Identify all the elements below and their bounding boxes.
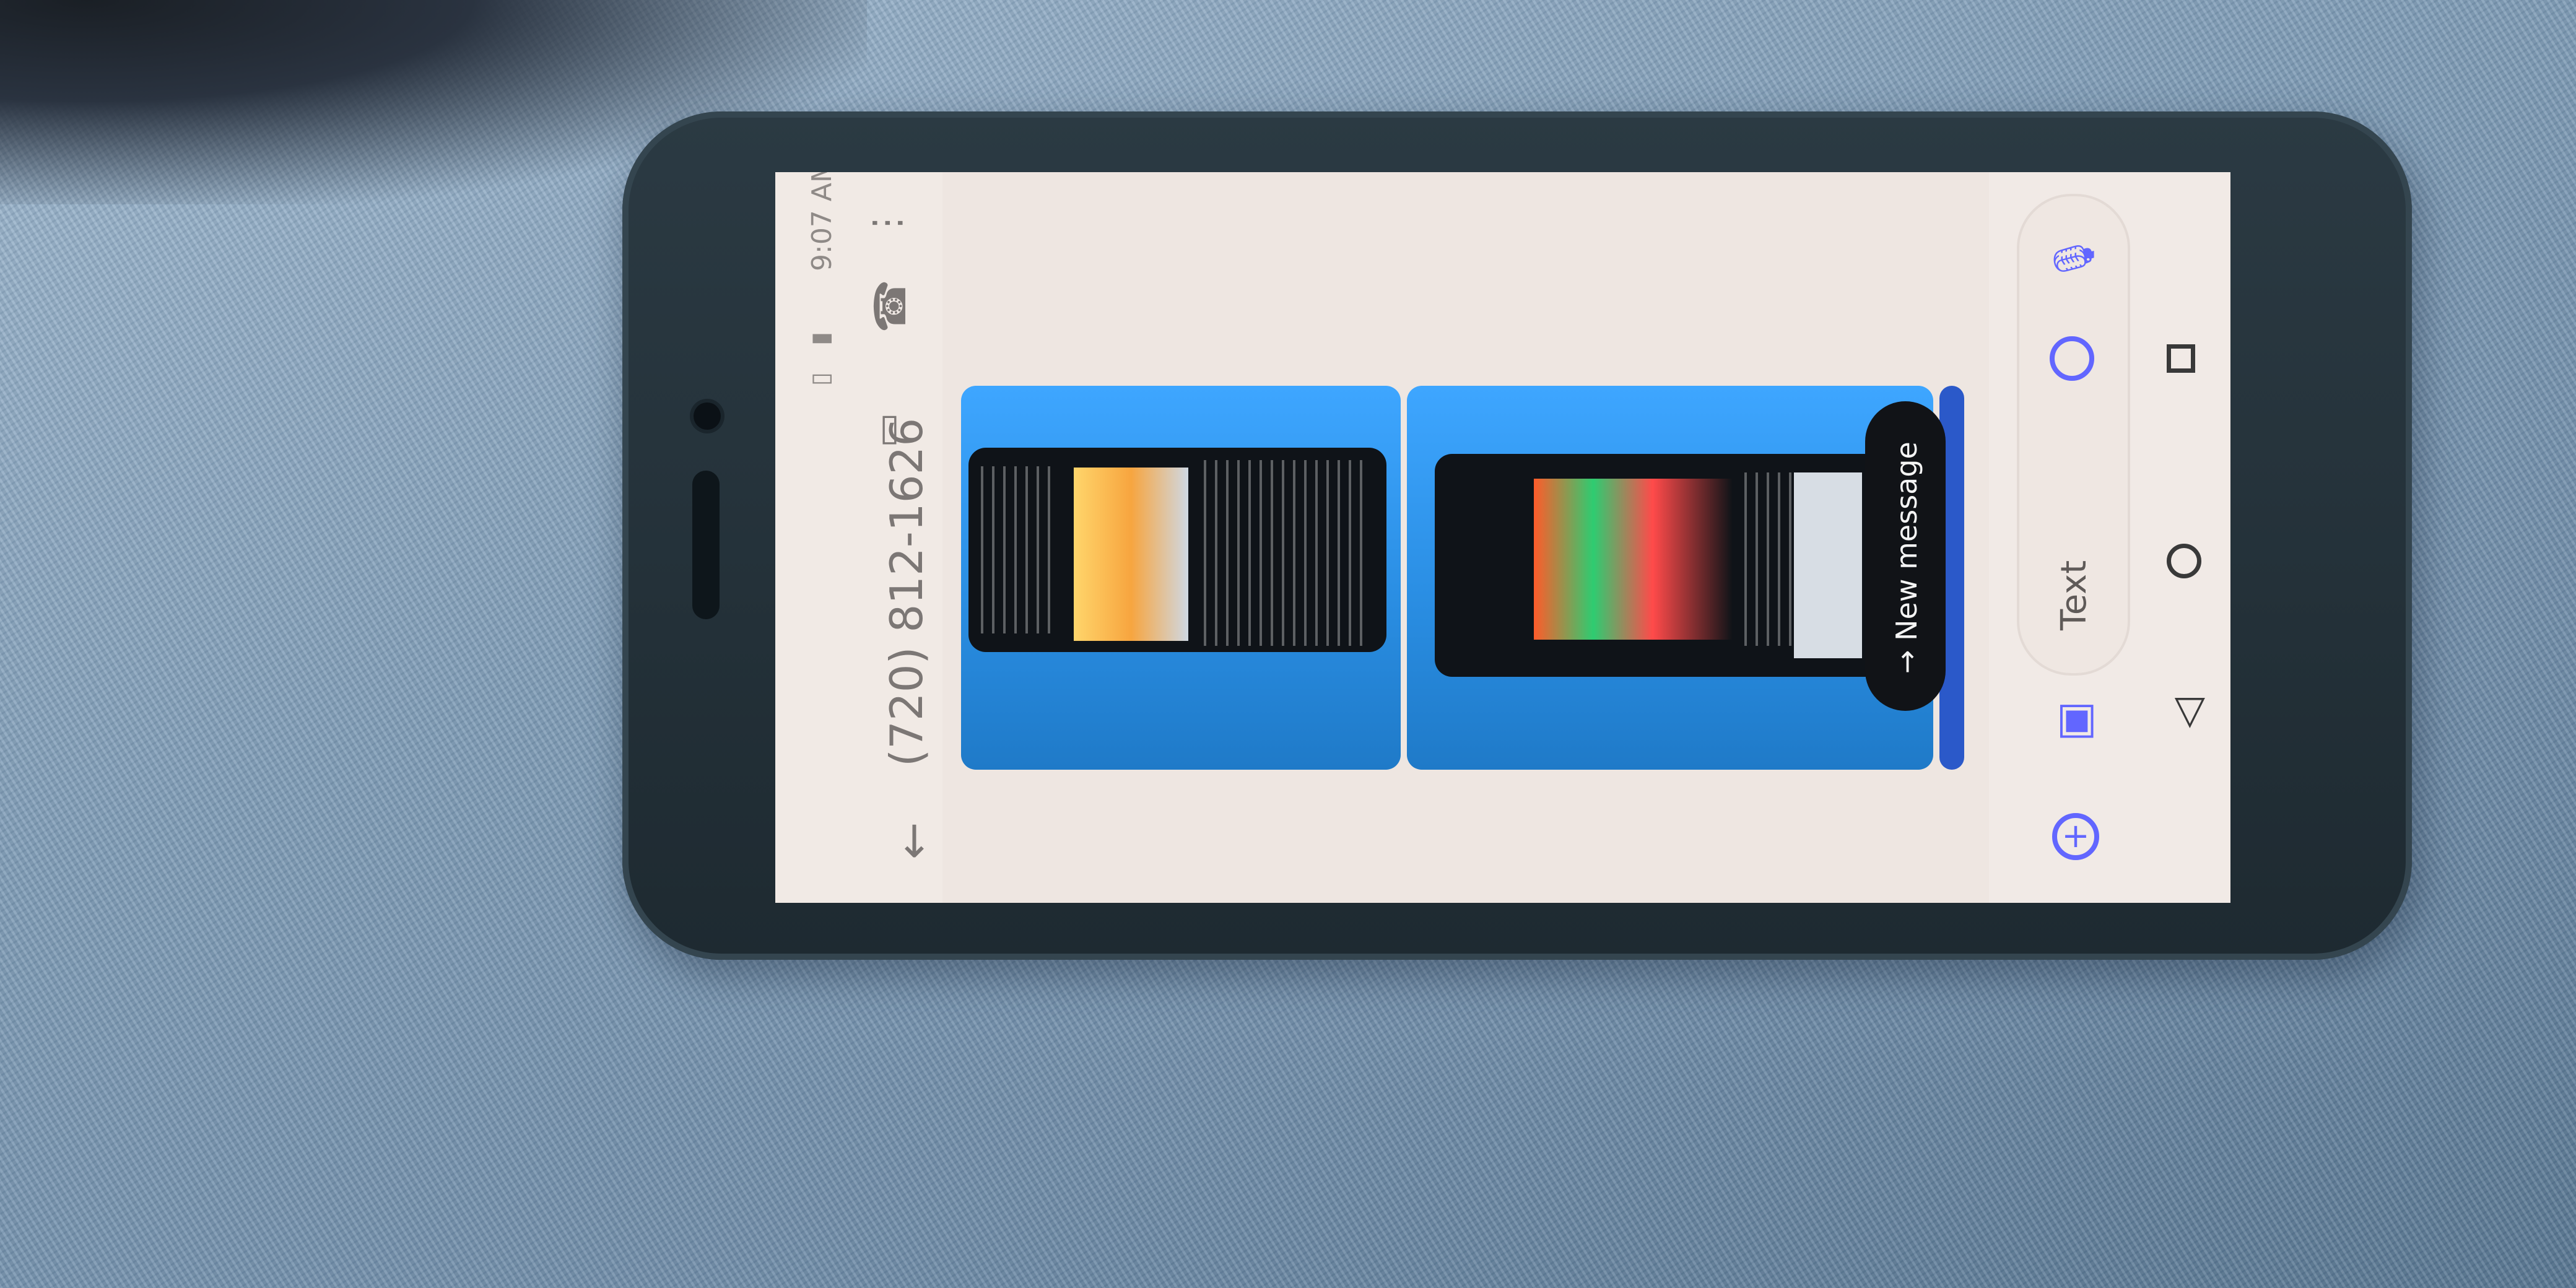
- status-time: 9:07 AM: [806, 172, 838, 271]
- more-icon[interactable]: ⋮: [865, 204, 908, 242]
- photo-article-image: [1794, 472, 1862, 658]
- gallery-icon[interactable]: ▣: [2048, 701, 2099, 742]
- navigation-bar: [2144, 172, 2230, 903]
- nav-back-icon[interactable]: ◁: [2164, 698, 2210, 728]
- new-message-text: New message: [1890, 442, 1923, 641]
- time-ampm: AM: [806, 172, 838, 202]
- text-input-placeholder[interactable]: Text: [2054, 560, 2094, 630]
- microphone-icon[interactable]: 🎙: [2051, 233, 2097, 284]
- new-message-label: → New message: [1890, 442, 1923, 674]
- contact-number: (720) 812-1626: [881, 417, 933, 767]
- photo-article-image: [1074, 468, 1188, 641]
- time-value: 9:07: [806, 210, 838, 271]
- back-arrow-icon[interactable]: ←: [887, 822, 939, 859]
- call-icon[interactable]: ☎: [865, 279, 916, 333]
- front-camera: [694, 402, 721, 430]
- battery-icon: ▮: [806, 331, 835, 346]
- recent-apps-icon[interactable]: [2167, 344, 2195, 373]
- phone-screen: ⋮ ☎ ▭ (720) 812-1626 ← 9:07 AM ▮ ▯ → New…: [775, 172, 2230, 903]
- photo-text: [981, 466, 1055, 633]
- home-icon[interactable]: [2167, 544, 2201, 578]
- photo-text: [1204, 460, 1365, 646]
- photo-phone-screen: [1435, 454, 1899, 677]
- add-icon[interactable]: +: [2052, 813, 2099, 860]
- photo-article-image: [1534, 479, 1732, 640]
- vibrate-icon: ▯: [806, 372, 835, 386]
- image-message-1[interactable]: [961, 386, 1401, 770]
- emoji-icon[interactable]: [2050, 336, 2094, 381]
- photo-phone-screen: [968, 448, 1386, 652]
- image-message-2[interactable]: [1407, 386, 1933, 770]
- new-message-button[interactable]: → New message: [1865, 401, 1946, 711]
- earpiece-speaker: [692, 471, 720, 619]
